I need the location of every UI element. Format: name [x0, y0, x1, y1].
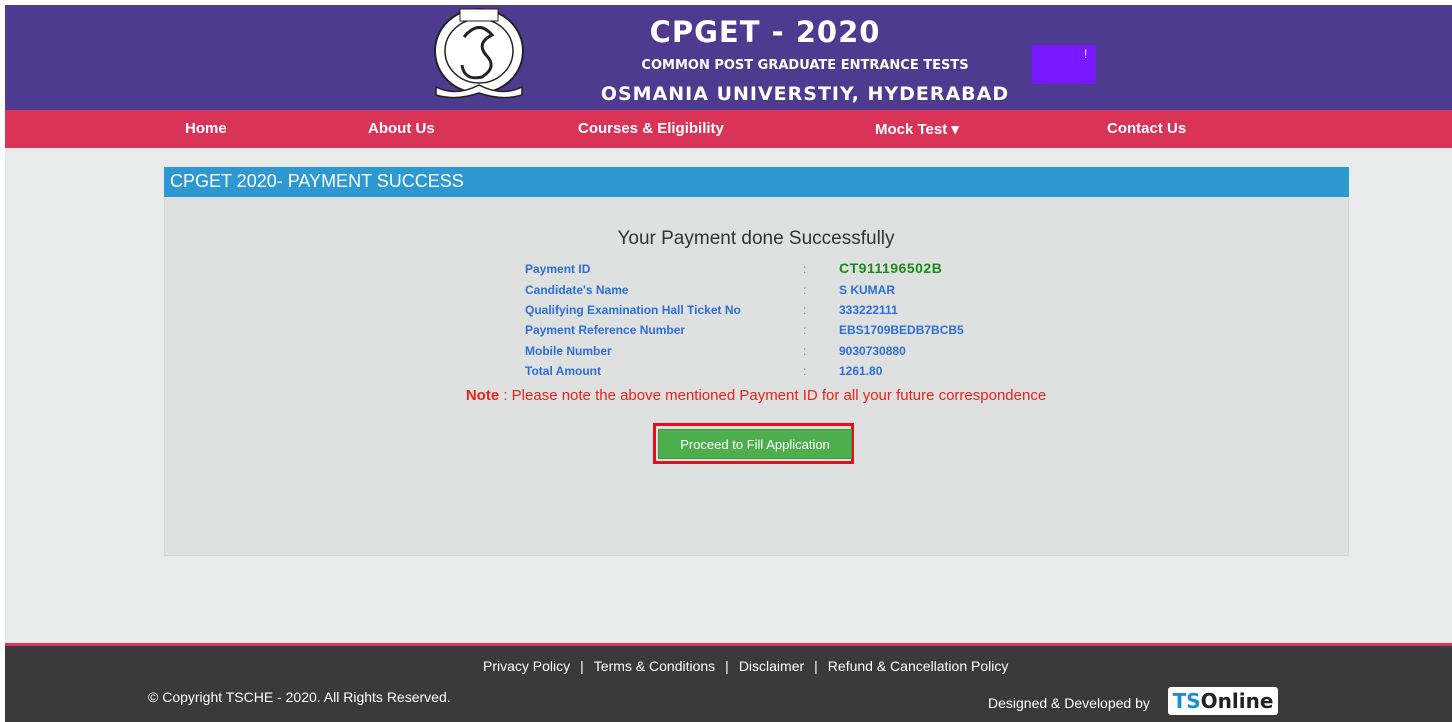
brand-online: Online [1200, 689, 1274, 713]
payment-reference-label: Payment Reference Number [525, 323, 686, 337]
total-amount-label: Total Amount [525, 364, 601, 378]
panel-heading: CPGET 2020- PAYMENT SUCCESS [164, 167, 1349, 197]
site-header: CPGET - 2020 COMMON POST GRADUATE ENTRAN… [5, 5, 1452, 110]
brand-ts: TS [1172, 689, 1201, 713]
mobile-number-colon: : [803, 344, 807, 358]
note-label: Note [465, 387, 500, 404]
footer-link-disclaimer[interactable]: Disclaimer [739, 658, 804, 674]
payment-note: Note : Please note the above mentioned P… [0, 387, 1452, 404]
panel-body [164, 197, 1349, 556]
hall-ticket-label: Qualifying Examination Hall Ticket No [525, 303, 741, 317]
payment-reference-value: EBS1709BEDB7BCB5 [839, 323, 964, 337]
note-text: : Please note the above mentioned Paymen… [499, 387, 1047, 404]
hall-ticket-value: 333222111 [839, 303, 898, 317]
footer-separator: | [725, 658, 729, 674]
footer-link-privacy-policy[interactable]: Privacy Policy [483, 658, 570, 674]
badge-text: ! [1084, 47, 1088, 61]
proceed-to-fill-application-button[interactable]: Proceed to Fill Application [658, 429, 852, 459]
tsonline-logo[interactable]: TSOnline [1168, 687, 1278, 715]
copyright-text: © Copyright TSCHE - 2020. All Rights Res… [148, 689, 451, 705]
nav-item-contact-us[interactable]: Contact Us [1107, 120, 1186, 137]
page-title: CPGET - 2020 [649, 15, 881, 49]
nav-item-home[interactable]: Home [185, 120, 227, 137]
footer-separator: | [580, 658, 584, 674]
footer-link-terms-conditions[interactable]: Terms & Conditions [594, 658, 715, 674]
candidate-name-value: S KUMAR [839, 283, 895, 297]
mobile-number-value: 9030730880 [839, 344, 906, 358]
hall-ticket-colon: : [803, 303, 807, 317]
panel-heading-text: CPGET 2020- PAYMENT SUCCESS [170, 171, 464, 191]
header-badge: ! [1032, 45, 1096, 84]
payment-reference-colon: : [803, 323, 807, 337]
main-nav: Home About Us Courses & Eligibility Mock… [5, 110, 1452, 148]
payment-id-label: Payment ID [525, 262, 591, 276]
candidate-name-colon: : [803, 283, 807, 297]
success-message: Your Payment done Successfully [617, 228, 895, 249]
university-logo-icon[interactable] [416, 7, 542, 101]
nav-item-about-us[interactable]: About Us [368, 120, 435, 137]
payment-id-value: CT911196502B [839, 260, 943, 276]
mobile-number-label: Mobile Number [525, 344, 612, 358]
university-name: OSMANIA UNIVERSTIY, HYDERABAD [600, 83, 1010, 105]
payment-id-colon: : [803, 262, 807, 276]
footer-separator: | [814, 658, 818, 674]
candidate-name-label: Candidate's Name [525, 283, 629, 297]
total-amount-value: 1261.80 [839, 364, 883, 378]
nav-item-courses-eligibility[interactable]: Courses & Eligibility [578, 120, 724, 137]
footer-link-refund-policy[interactable]: Refund & Cancellation Policy [828, 658, 1009, 674]
total-amount-colon: : [803, 364, 807, 378]
nav-item-mock-test[interactable]: Mock Test ▾ [875, 120, 959, 138]
designed-by-text: Designed & Developed by [988, 695, 1150, 711]
footer-links: Privacy Policy | Terms & Conditions | Discla… [483, 658, 1008, 674]
page-subtitle: COMMON POST GRADUATE ENTRANCE TESTS [641, 58, 969, 73]
